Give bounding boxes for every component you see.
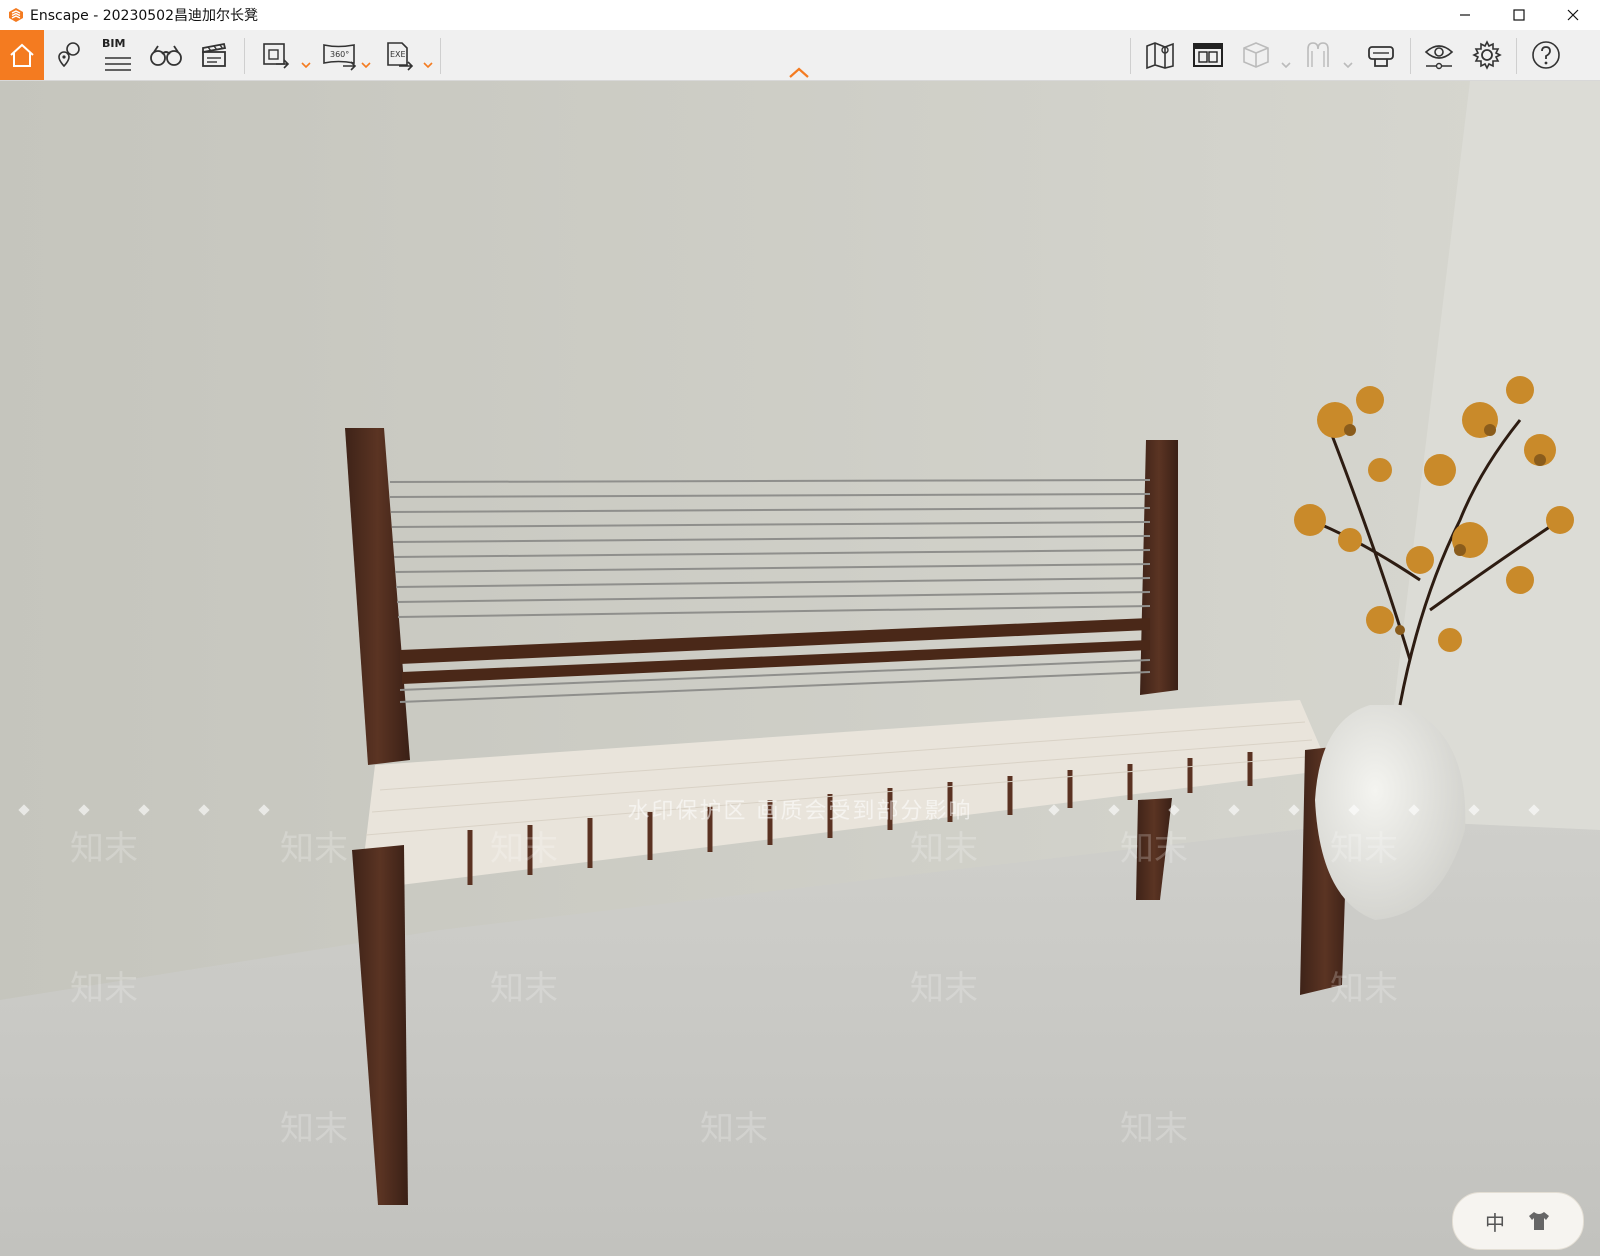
- watermark-brand: 知末: [1120, 829, 1188, 869]
- settings-button[interactable]: [1466, 30, 1508, 80]
- asset-library-button[interactable]: [1188, 30, 1228, 80]
- location-pins-icon: [58, 42, 80, 68]
- clapperboard-icon: [202, 42, 227, 67]
- exe-label: EXE: [390, 50, 406, 59]
- location-pins-button[interactable]: [50, 30, 88, 80]
- export-panorama-icon: 360°: [323, 44, 357, 71]
- bim-icon: [105, 57, 131, 71]
- headset-icon: [1368, 46, 1394, 67]
- visual-settings-button[interactable]: [1418, 30, 1460, 80]
- ime-indicator[interactable]: 中: [1452, 1192, 1584, 1250]
- export-exe-dropdown[interactable]: [422, 54, 434, 73]
- watermark-brand: 知末: [70, 969, 138, 1009]
- toolbar-divider: [440, 38, 441, 74]
- chevron-down-icon: [1343, 62, 1353, 69]
- watermark-brand: 知末: [700, 1109, 768, 1149]
- export-panorama-dropdown[interactable]: [360, 54, 372, 73]
- close-icon: [1567, 9, 1579, 21]
- binoculars-button[interactable]: [146, 30, 186, 80]
- minimize-button[interactable]: [1438, 0, 1492, 30]
- export-image-button[interactable]: [256, 30, 296, 80]
- watermark-brand: 知末: [490, 829, 558, 869]
- export-exe-button[interactable]: EXE: [380, 30, 418, 80]
- watermark-brand: 知末: [910, 969, 978, 1009]
- watermark-brand: 知末: [1120, 1109, 1188, 1149]
- settings-gear-icon: [1472, 40, 1502, 70]
- shirt-icon: [1529, 1212, 1549, 1230]
- watermark-brand: 知末: [1330, 829, 1398, 869]
- toolbar-divider: [1130, 38, 1131, 74]
- chevron-down-icon: [301, 62, 311, 69]
- visual-settings-icon: [1424, 45, 1454, 70]
- toolbar-divider: [244, 38, 245, 74]
- cube-view-dropdown[interactable]: [1280, 54, 1292, 73]
- bim-button[interactable]: BIM: [98, 30, 138, 80]
- scene-render: 知末 知末 知末 知末 知末 知末 知末 知末 知末 知末 知末 知末 知末: [0, 81, 1600, 1256]
- export-image-dropdown[interactable]: [300, 54, 312, 73]
- vr-button[interactable]: [1298, 30, 1338, 80]
- map-icon: [1146, 42, 1174, 70]
- chevron-down-icon: [423, 62, 433, 69]
- ime-language: 中: [1485, 1210, 1505, 1235]
- watermark-notice: 水印保护区 画质会受到部分影响: [627, 799, 973, 824]
- watermark-brand: 知末: [910, 829, 978, 869]
- watermark-brand: 知末: [70, 829, 138, 869]
- clapperboard-button[interactable]: [194, 30, 234, 80]
- cube-view-button[interactable]: [1236, 30, 1276, 80]
- watermark-brand: 知末: [1330, 969, 1398, 1009]
- minimize-icon: [1460, 14, 1470, 16]
- map-button[interactable]: [1140, 30, 1180, 80]
- help-icon: [1532, 41, 1560, 69]
- vr-icon: [1307, 42, 1329, 67]
- export-panorama-button[interactable]: 360°: [318, 30, 362, 80]
- render-viewport[interactable]: 知末 知末 知末 知末 知末 知末 知末 知末 知末 知末 知末 知末 知末 水…: [0, 81, 1600, 1256]
- chevron-down-icon: [1281, 62, 1291, 69]
- enscape-logo-icon: [9, 8, 23, 22]
- maximize-button[interactable]: [1492, 0, 1546, 30]
- export-image-icon: [263, 43, 290, 69]
- home-button[interactable]: [0, 30, 44, 80]
- home-icon: [10, 43, 34, 67]
- headset-button[interactable]: [1360, 30, 1402, 80]
- toolbar-divider: [1516, 38, 1517, 74]
- help-button[interactable]: [1524, 30, 1568, 80]
- chevron-up-icon: [789, 67, 809, 78]
- vr-dropdown[interactable]: [1342, 54, 1354, 73]
- watermark-brand: 知末: [280, 829, 348, 869]
- panorama-label: 360°: [330, 50, 349, 59]
- chevron-down-icon: [361, 62, 371, 69]
- asset-library-icon: [1193, 43, 1223, 67]
- title-bar: Enscape - 20230502昌迪加尔长凳: [0, 0, 1600, 30]
- cube-view-icon: [1243, 42, 1269, 68]
- export-exe-icon: EXE: [387, 42, 414, 71]
- binoculars-icon: [150, 45, 182, 66]
- bim-label: BIM: [102, 37, 126, 50]
- toolbar-divider: [1410, 38, 1411, 74]
- watermark-brand: 知末: [280, 1109, 348, 1149]
- watermark-brand: 知末: [490, 969, 558, 1009]
- maximize-icon: [1513, 9, 1525, 21]
- close-button[interactable]: [1546, 0, 1600, 30]
- window-title: Enscape - 20230502昌迪加尔长凳: [30, 8, 258, 24]
- collapse-toolbar-button[interactable]: [788, 64, 810, 83]
